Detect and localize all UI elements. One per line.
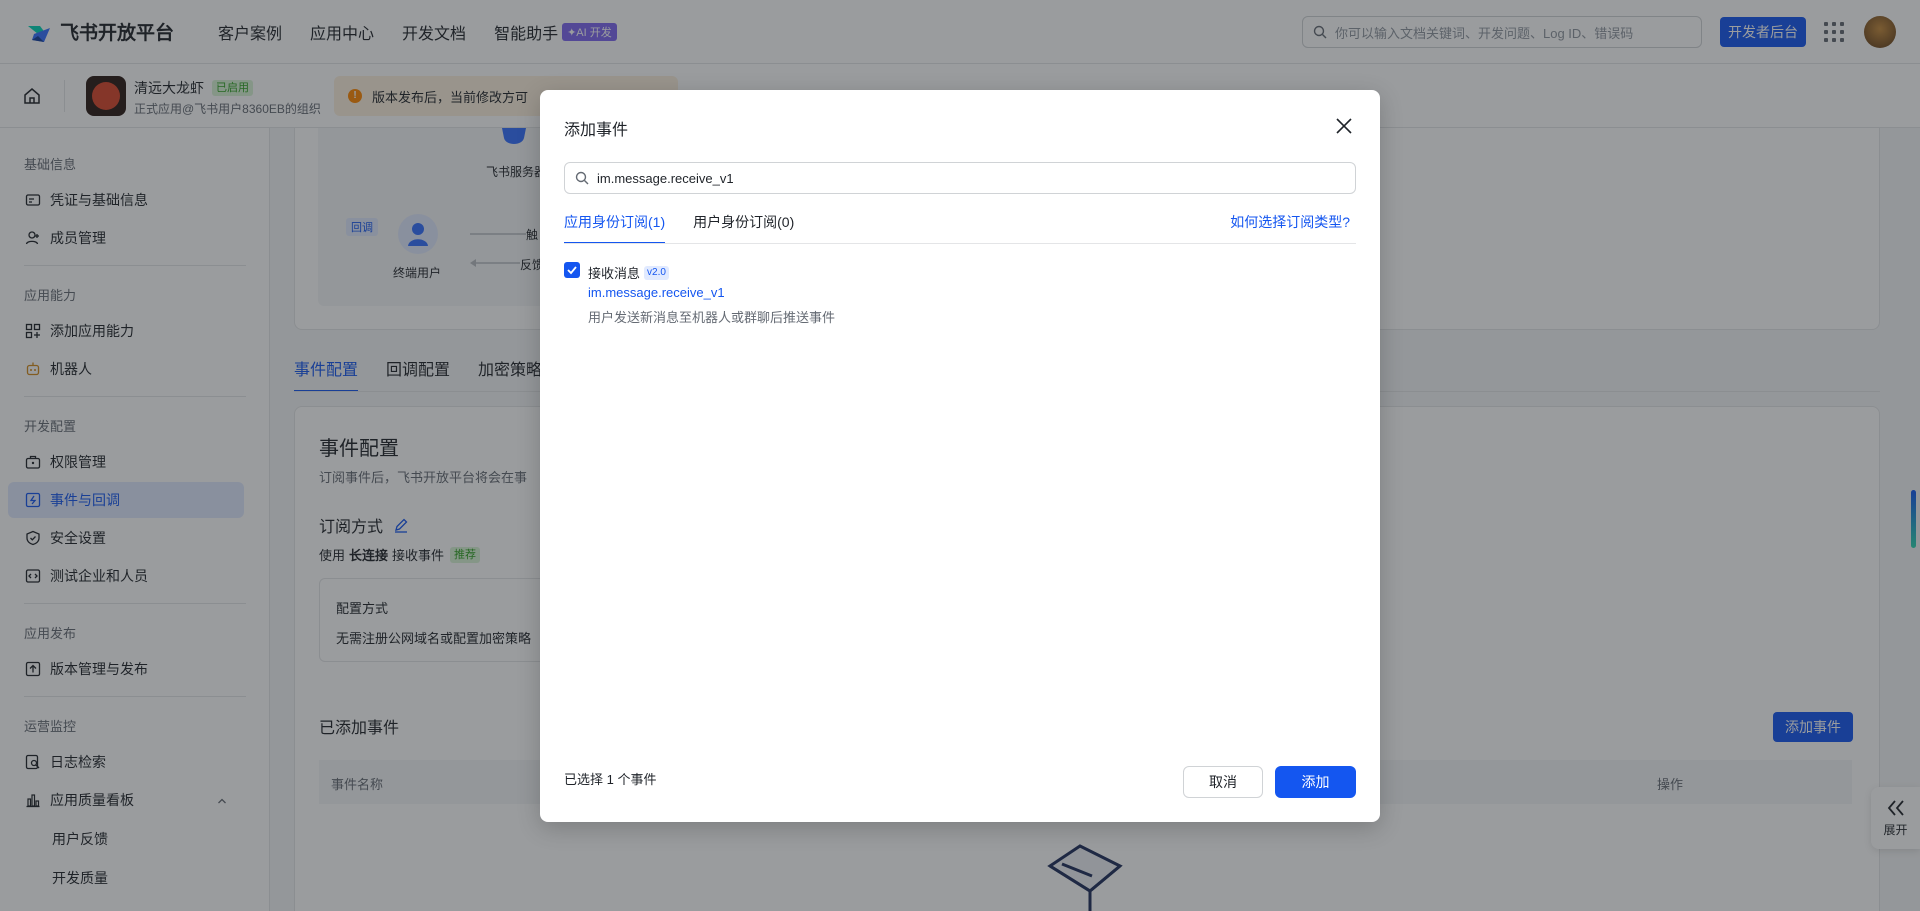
check-icon	[567, 266, 577, 275]
cancel-button[interactable]: 取消	[1183, 766, 1263, 798]
subscription-type-help-link[interactable]: 如何选择订阅类型?	[1230, 212, 1350, 232]
event-search-box	[564, 162, 1356, 194]
version-badge: v2.0	[644, 265, 669, 280]
search-icon	[575, 171, 589, 185]
event-checkbox[interactable]	[564, 262, 580, 278]
subscription-tabs: 应用身份订阅(1) 用户身份订阅(0)	[564, 212, 822, 244]
event-name-row: 接收消息 v2.0	[588, 263, 669, 282]
dialog-title: 添加事件	[564, 122, 629, 139]
close-button[interactable]	[1332, 114, 1356, 138]
add-event-dialog: 添加事件 应用身份订阅(1) 用户身份订阅(0) 如何选择订阅类型? 接收消息 …	[540, 90, 1380, 822]
add-button[interactable]: 添加	[1275, 766, 1356, 798]
event-description: 用户发送新消息至机器人或群聊后推送事件	[588, 310, 836, 325]
event-name: 接收消息	[588, 266, 641, 281]
event-key-link[interactable]: im.message.receive_v1	[588, 285, 725, 300]
tab-app-subscription[interactable]: 应用身份订阅(1)	[564, 212, 666, 244]
tab-user-subscription[interactable]: 用户身份订阅(0)	[693, 212, 794, 244]
close-icon	[1336, 118, 1352, 134]
tabs-divider	[564, 243, 1356, 244]
selected-count: 已选择 1 个事件	[564, 772, 657, 787]
event-search-input[interactable]	[597, 170, 1337, 186]
